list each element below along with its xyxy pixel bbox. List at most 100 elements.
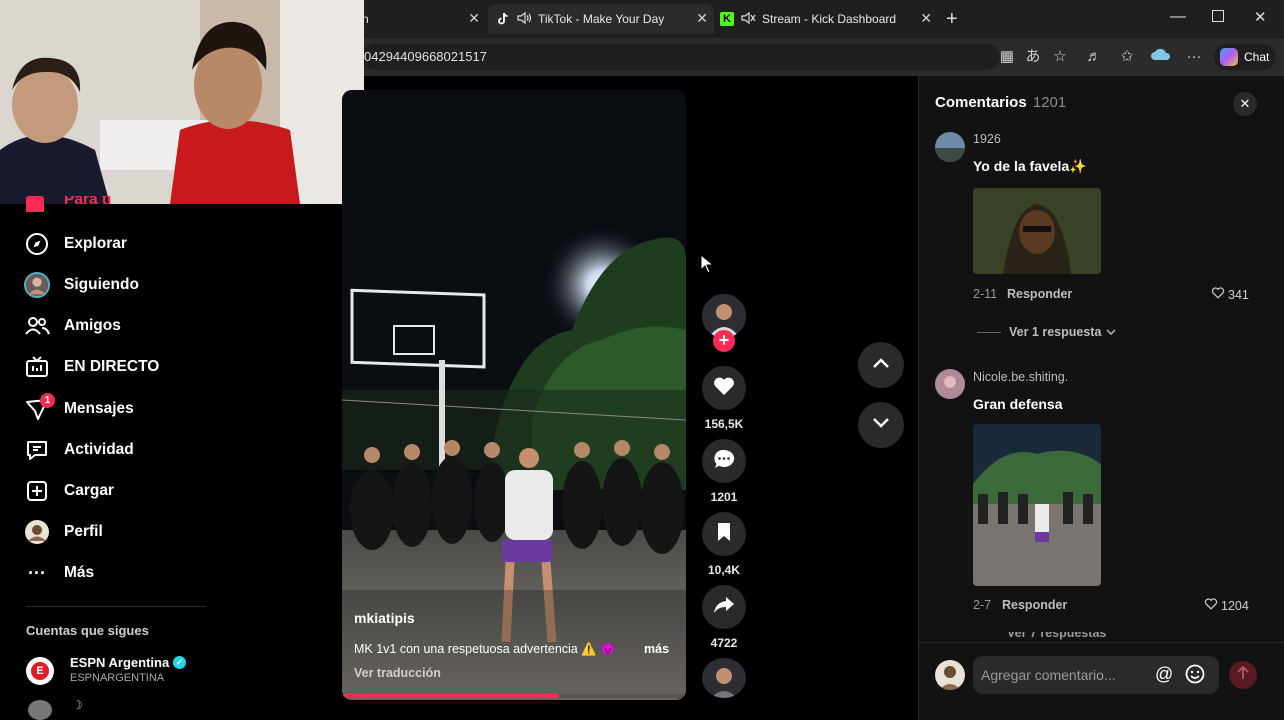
comment-avatar[interactable] (935, 369, 965, 399)
like-button[interactable] (702, 366, 746, 410)
comments-count: 1201 (1032, 94, 1067, 111)
message-badge: 1 (40, 393, 55, 408)
video-player[interactable]: mkiatipis MK 1v1 con una respetuosa adve… (342, 90, 686, 700)
save-button[interactable] (702, 512, 746, 556)
restore-icon[interactable] (1212, 10, 1224, 22)
share-count: 4722 (710, 636, 738, 650)
comment-count: 1201 (710, 490, 738, 504)
previous-video-button[interactable] (858, 342, 904, 388)
replies-divider (977, 332, 1001, 333)
tab-kick[interactable]: K Stream - Kick Dashboard ✕ (716, 4, 938, 34)
sidebar-item-perfil[interactable]: Perfil (24, 518, 103, 546)
translate-link[interactable]: Ver traducción (354, 666, 441, 680)
sidebar-item-label: Explorar (64, 235, 127, 252)
share-button[interactable] (702, 585, 746, 629)
upload-icon (24, 478, 50, 504)
reply-button[interactable]: Responder (1007, 287, 1072, 301)
muted-speaker-icon[interactable] (740, 11, 756, 28)
espn-avatar: E (26, 657, 54, 685)
view-replies-link[interactable]: Ver 7 respuestas (1007, 632, 1207, 640)
close-icon[interactable]: ✕ (696, 10, 708, 27)
video-frame (342, 90, 686, 700)
caption-more-link[interactable]: más (644, 642, 669, 656)
tiktok-favicon-icon (496, 12, 510, 26)
cloud-icon[interactable] (1148, 46, 1174, 68)
speaker-icon[interactable] (516, 11, 532, 28)
account-avatar[interactable] (28, 700, 52, 720)
video-progress-track[interactable] (342, 694, 686, 698)
sidebar-item-label: EN DIRECTO (64, 358, 160, 375)
tab-tiktok[interactable]: TikTok - Make Your Day ✕ (488, 4, 714, 34)
view-replies-link[interactable]: Ver 1 respuesta (1009, 325, 1116, 339)
translate-icon[interactable]: あ (1022, 46, 1044, 68)
mention-icon[interactable]: @ (1155, 664, 1173, 685)
comments-title: Comentarios 1201 (935, 94, 1066, 111)
comment-user[interactable]: 1926 (973, 132, 1001, 146)
sidebar-item-actividad[interactable]: Actividad (24, 436, 134, 464)
app-grid-icon[interactable]: ▦ (996, 46, 1018, 68)
sidebar-item-label: Actividad (64, 441, 134, 458)
emoji-icon[interactable] (1185, 664, 1205, 689)
favorite-star-icon[interactable]: ☆ (1049, 46, 1071, 68)
profile-avatar-icon (24, 519, 50, 545)
nav-label-for-you[interactable]: Para ti (64, 196, 111, 210)
chevron-down-icon (1106, 325, 1116, 339)
comment-date: 2-7 (973, 598, 992, 612)
account-name: ESPN Argentina (70, 655, 170, 670)
heart-outline-icon (1204, 598, 1218, 613)
webcam-overlay (0, 0, 364, 204)
comment-like-button[interactable]: 341 (1211, 287, 1249, 302)
account-espn-argentina[interactable]: E ESPN Argentina ✓ ESPNARGENTINA (26, 655, 286, 689)
tab-previous[interactable]: n ✕ (360, 4, 486, 34)
sidebar-item-label: Amigos (64, 317, 121, 334)
activity-icon (24, 437, 50, 463)
window-close-icon[interactable]: ✕ (1254, 8, 1267, 26)
comment-date: 2-11 (973, 287, 998, 301)
post-comment-button[interactable] (1229, 661, 1257, 689)
sound-avatar[interactable] (702, 658, 746, 698)
extensions-icon[interactable]: ♬ (1083, 46, 1105, 68)
comment-avatar[interactable] (935, 132, 965, 162)
sidebar-item-siguiendo[interactable]: Siguiendo (24, 271, 139, 299)
comment-photo-image[interactable] (973, 424, 1101, 586)
comment-icon (713, 449, 735, 474)
favorites-icon[interactable]: ✩ (1116, 46, 1138, 68)
close-icon[interactable]: ✕ (920, 10, 932, 27)
video-author[interactable]: mkiatipis (354, 610, 415, 626)
heart-outline-icon (1211, 287, 1225, 302)
video-progress-fill (342, 694, 559, 698)
sidebar-item-mas[interactable]: ··· Más (24, 559, 94, 587)
chat-label: Chat (1244, 50, 1270, 64)
sidebar-item-explorar[interactable]: Explorar (24, 230, 127, 258)
comment-button[interactable] (702, 439, 746, 483)
sidebar-divider (26, 606, 206, 607)
account-handle: ESPNARGENTINA (70, 672, 165, 684)
new-tab-icon[interactable]: + (946, 8, 958, 31)
copilot-chat-button[interactable]: Chat (1214, 44, 1276, 70)
next-video-button[interactable] (858, 402, 904, 448)
sidebar-item-en-directo[interactable]: EN DIRECTO (24, 353, 159, 381)
arrow-up-icon (1237, 665, 1249, 685)
heart-icon (713, 376, 735, 401)
comment-like-button[interactable]: 1204 (1204, 598, 1249, 613)
url-field[interactable]: 04294409668021517 (360, 44, 1000, 70)
chevron-up-icon (872, 356, 890, 374)
copilot-icon (1220, 48, 1238, 66)
follow-plus-icon[interactable]: + (713, 330, 735, 352)
sidebar-item-cargar[interactable]: Cargar (24, 477, 114, 505)
comment-user[interactable]: Nicole.be.shiting. (973, 370, 1068, 384)
more-menu-icon[interactable]: ··· (1183, 46, 1205, 68)
url-text: 04294409668021517 (364, 49, 487, 64)
comment-sticker-image[interactable] (973, 188, 1101, 274)
home-icon[interactable] (26, 196, 50, 212)
comment-like-count: 341 (1228, 287, 1249, 302)
comments-panel: Comentarios 1201 ✕ 1926 Yo de la favela✨… (918, 76, 1284, 720)
sidebar-item-mensajes[interactable]: 1 Mensajes (24, 393, 134, 423)
comment-input[interactable]: Agregar comentario... @ (973, 656, 1219, 694)
minimize-icon[interactable]: — (1170, 8, 1186, 26)
close-icon[interactable]: ✕ (468, 10, 480, 27)
sidebar-item-amigos[interactable]: Amigos (24, 312, 121, 340)
reply-button[interactable]: Responder (1002, 598, 1067, 612)
close-comments-icon[interactable]: ✕ (1233, 92, 1257, 116)
input-divider (919, 642, 1284, 643)
